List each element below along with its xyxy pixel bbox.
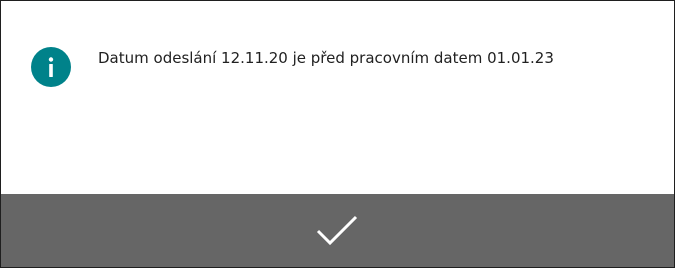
message-area: Datum odeslání 12.11.20 je před pracovní… (1, 1, 674, 194)
ok-button[interactable] (305, 194, 369, 267)
dialog-message: Datum odeslání 12.11.20 je před pracovní… (98, 49, 554, 67)
message-dialog: Datum odeslání 12.11.20 je před pracovní… (0, 0, 675, 268)
info-icon (31, 47, 71, 87)
dialog-action-bar (1, 194, 674, 267)
checkmark-icon (316, 215, 358, 245)
